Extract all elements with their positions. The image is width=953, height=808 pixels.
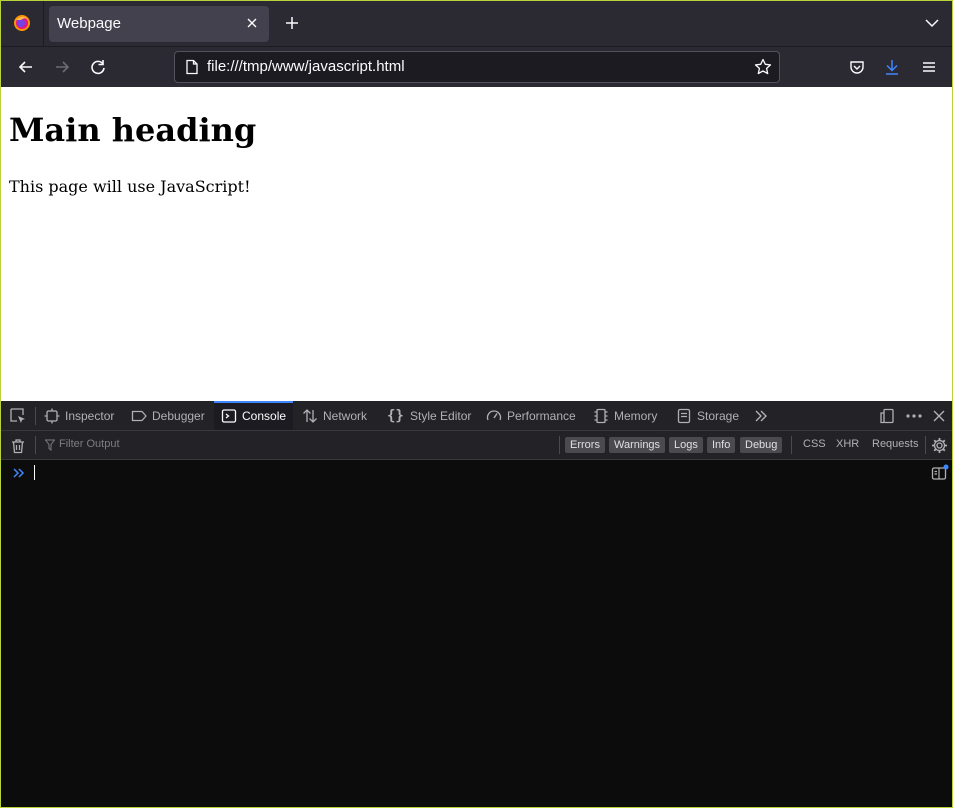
level-logs-toggle[interactable]: Logs: [669, 437, 703, 453]
tab-console[interactable]: Console: [214, 401, 294, 430]
filter-funnel-icon: [45, 439, 55, 451]
filter-separator: [925, 436, 926, 454]
tab-debugger[interactable]: Debugger: [131, 401, 211, 430]
tab-performance[interactable]: Performance: [486, 401, 582, 430]
tab-inspector[interactable]: Inspector: [44, 401, 120, 430]
console-icon: [221, 408, 237, 423]
filter-separator: [559, 436, 560, 454]
navigation-toolbar: file:///tmp/www/javascript.html: [1, 46, 952, 87]
menu-icon[interactable]: [918, 56, 940, 78]
new-tab-button[interactable]: [281, 12, 303, 34]
strip-separator: [43, 1, 44, 46]
toolbar-separator: [35, 407, 36, 425]
console-sidebar-icon[interactable]: [931, 464, 949, 480]
console-output[interactable]: [1, 460, 952, 807]
reload-icon[interactable]: [87, 56, 109, 78]
requests-filter-toggle[interactable]: Requests: [872, 438, 918, 450]
console-input-caret[interactable]: [34, 465, 35, 480]
browser-window: Webpage file:///tmp/www/javascript.html: [0, 0, 953, 808]
level-warnings-toggle[interactable]: Warnings: [609, 437, 666, 453]
tab-memory[interactable]: Memory: [593, 401, 663, 430]
tab-storage[interactable]: Storage: [676, 401, 745, 430]
tab-strip: Webpage: [1, 1, 952, 46]
network-icon: [303, 408, 317, 423]
url-bar[interactable]: file:///tmp/www/javascript.html: [174, 51, 780, 83]
tab-label: Network: [323, 408, 368, 423]
page-paragraph: This page will use JavaScript!: [9, 177, 251, 196]
level-debug-toggle[interactable]: Debug: [740, 437, 783, 453]
level-info-toggle[interactable]: Info: [707, 437, 736, 453]
tab-label: Memory: [614, 408, 658, 423]
gear-icon[interactable]: [931, 437, 948, 454]
more-tools-chevron-icon[interactable]: [753, 401, 769, 430]
css-filter-toggle[interactable]: CSS: [803, 438, 826, 450]
tab-webpage[interactable]: Webpage: [49, 6, 269, 42]
back-icon[interactable]: [15, 56, 37, 78]
trash-icon[interactable]: [10, 431, 26, 460]
tab-style-editor[interactable]: {} Style Editor: [387, 401, 477, 430]
more-options-icon[interactable]: [905, 401, 923, 430]
memory-icon: [594, 408, 608, 423]
downloads-icon[interactable]: [881, 56, 903, 78]
tab-label: Storage: [697, 408, 740, 423]
element-picker-icon[interactable]: [9, 401, 27, 430]
xhr-filter-toggle[interactable]: XHR: [836, 438, 859, 450]
performance-icon: [486, 409, 502, 420]
tab-network[interactable]: Network: [302, 401, 373, 430]
console-filter-bar: Filter Output Errors Warnings Logs Info …: [1, 431, 952, 460]
tab-label: Performance: [507, 408, 576, 423]
tab-label: Debugger: [152, 408, 205, 423]
console-prompt-icon: [11, 465, 27, 481]
tab-label: Console: [242, 408, 287, 423]
tab-title: Webpage: [57, 15, 121, 32]
chevron-down-icon[interactable]: [924, 15, 940, 31]
storage-icon: [677, 408, 691, 423]
devtools-toolbar: Inspector Debugger Console Network {} St…: [1, 401, 952, 431]
style-editor-icon: {}: [387, 407, 404, 424]
tab-label: Style Editor: [410, 408, 472, 423]
filter-separator: [35, 436, 36, 454]
main-heading: Main heading: [9, 111, 257, 149]
close-tab-icon[interactable]: [243, 14, 261, 32]
level-errors-toggle[interactable]: Errors: [565, 437, 605, 453]
filter-output-input[interactable]: Filter Output: [59, 438, 120, 450]
file-icon: [184, 59, 200, 75]
inspector-icon: [44, 408, 60, 423]
forward-icon[interactable]: [51, 56, 73, 78]
firefox-icon[interactable]: [11, 12, 33, 34]
tab-label: Inspector: [65, 408, 115, 423]
page-content: Main heading This page will use JavaScri…: [1, 87, 952, 401]
close-devtools-icon[interactable]: [932, 401, 946, 430]
bookmark-star-icon[interactable]: [753, 57, 773, 77]
url-text[interactable]: file:///tmp/www/javascript.html: [207, 58, 405, 75]
responsive-design-icon[interactable]: [879, 401, 895, 430]
filter-separator: [791, 436, 792, 454]
pocket-icon[interactable]: [846, 56, 868, 78]
debugger-icon: [131, 410, 147, 421]
